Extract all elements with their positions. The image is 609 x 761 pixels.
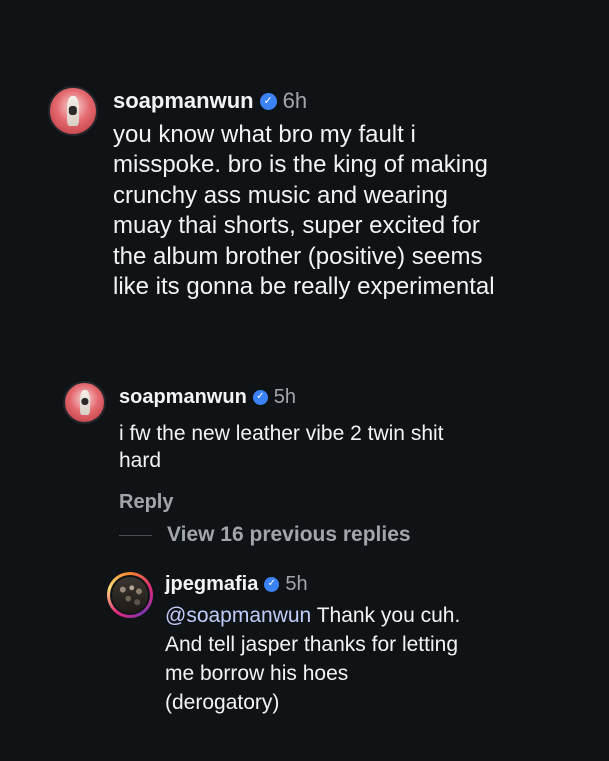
username[interactable]: jpegmafia: [165, 573, 258, 596]
avatar[interactable]: [48, 86, 98, 136]
timestamp: 5h: [273, 385, 297, 408]
username[interactable]: soapmanwun: [113, 88, 254, 114]
avatar-image: [67, 96, 79, 126]
avatar[interactable]: [107, 572, 153, 618]
view-previous-replies-button[interactable]: View 16 previous replies: [119, 523, 411, 547]
comment: jpegmafia ✓ 5h @soapmanwun Thank you cuh…: [107, 572, 460, 717]
timestamp: 6h: [282, 88, 308, 113]
comments-thread: soapmanwun ✓ 6h you know what bro my fau…: [0, 0, 609, 761]
thread-divider: [119, 534, 152, 536]
verified-badge-icon: ✓: [259, 92, 277, 110]
comment-text: @soapmanwun Thank you cuh. And tell jasp…: [165, 601, 460, 717]
verified-badge-icon: ✓: [252, 389, 268, 405]
comment-text: you know what bro my fault i misspoke. b…: [113, 121, 495, 301]
comment: soapmanwun ✓ 6h you know what bro my fau…: [48, 86, 495, 302]
username[interactable]: soapmanwun: [119, 386, 247, 409]
avatar-image: [79, 390, 90, 415]
avatar-image: [112, 577, 148, 613]
mention-link[interactable]: @soapmanwun: [165, 604, 311, 627]
timestamp: 5h: [285, 572, 308, 595]
comment-text-rest: And tell jasper thanks for letting me bo…: [165, 633, 458, 714]
comment: soapmanwun ✓ 5h i fw the new leather vib…: [63, 381, 444, 514]
view-previous-replies-label: View 16 previous replies: [167, 523, 411, 546]
comment-text-first-line: Thank you cuh.: [311, 604, 461, 627]
reply-button[interactable]: Reply: [119, 491, 444, 514]
avatar[interactable]: [63, 381, 106, 424]
verified-badge-icon: ✓: [264, 576, 280, 592]
comment-text: i fw the new leather vibe 2 twin shit ha…: [119, 422, 444, 472]
